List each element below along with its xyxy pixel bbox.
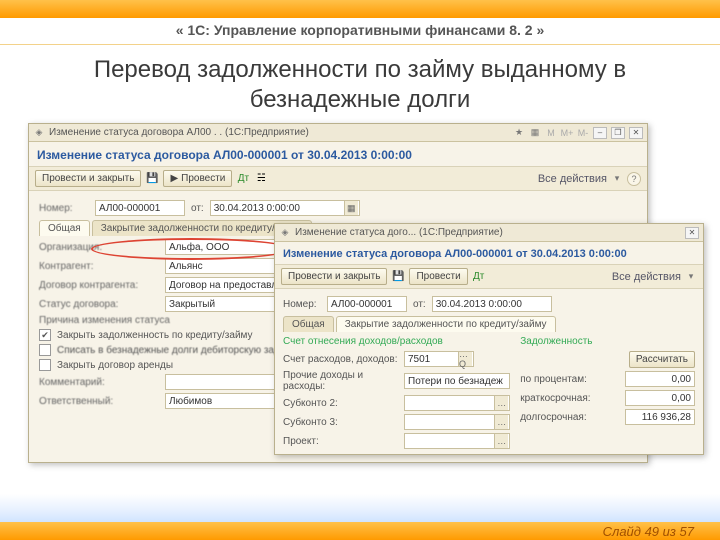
comment-label: Комментарий: (39, 377, 159, 388)
app-icon: ◈ (279, 227, 291, 239)
reason-label: Причина изменения статуса (39, 315, 170, 326)
sub2-field[interactable]: … (404, 395, 510, 411)
chk-writeoff[interactable] (39, 344, 51, 356)
responsible-label: Ответственный: (39, 396, 159, 407)
org-label: Организация: (39, 242, 159, 253)
slide-counter: Слайд 49 из 57 (603, 524, 694, 539)
m-icon[interactable]: M (545, 127, 557, 139)
window-secondary: ◈ Изменение статуса дого... (1С:Предприя… (274, 223, 704, 455)
acc-label: Счет расходов, доходов: (283, 354, 398, 365)
footer-bar: Слайд 49 из 57 (0, 522, 720, 540)
toolbar-secondary: Провести и закрыть 💾 Провести Дт Все дей… (275, 264, 703, 289)
number-field[interactable]: АЛ00-000001 (95, 200, 185, 216)
picker-icon[interactable]: …Q (458, 352, 472, 366)
status-label: Статус договора: (39, 299, 159, 310)
date-label: от: (191, 203, 204, 214)
r1-field[interactable]: 0,00 (625, 371, 695, 387)
minimize-button[interactable]: – (593, 127, 607, 139)
workspace: ◈ Изменение статуса договора АЛ00 . . (1… (28, 123, 692, 473)
titlebar-secondary: ◈ Изменение статуса дого... (1С:Предприя… (275, 224, 703, 242)
m-minus-icon[interactable]: M- (577, 127, 589, 139)
contract-label: Договор контрагента: (39, 280, 159, 291)
close-button[interactable]: ✕ (629, 127, 643, 139)
titlebar-text: Изменение статуса договора АЛ00 . . (1С:… (49, 127, 309, 138)
chk-close-lease[interactable] (39, 359, 51, 371)
tab-close-debt[interactable]: Закрытие задолженности по кредиту/займу (336, 316, 556, 332)
post-close-button[interactable]: Провести и закрыть (35, 170, 141, 187)
tab-general[interactable]: Общая (39, 220, 90, 236)
r3-field[interactable]: 116 936,28 (625, 409, 695, 425)
chk-close-lease-label: Закрыть договор аренды (57, 360, 173, 371)
right-col-head: Задолженность (520, 336, 695, 347)
number-field[interactable]: АЛ00-000001 (327, 296, 407, 312)
r2-field[interactable]: 0,00 (625, 390, 695, 406)
titlebar-text: Изменение статуса дого... (1С:Предприяти… (295, 227, 503, 238)
other-label: Прочие доходы и расходы: (283, 370, 398, 392)
picker-icon[interactable]: … (494, 415, 508, 429)
chevron-down-icon[interactable]: ▾ (685, 271, 697, 283)
recalc-button[interactable]: Рассчитать (629, 351, 695, 368)
doc-heading: Изменение статуса договора АЛ00-000001 о… (29, 142, 647, 166)
date-picker-icon[interactable]: ▦ (344, 201, 358, 215)
acc-field[interactable]: 7501…Q (404, 351, 474, 367)
top-orange-bar (0, 0, 720, 18)
save-icon[interactable]: 💾 (145, 172, 159, 186)
maximize-button[interactable]: ❐ (611, 127, 625, 139)
footer: Слайд 49 из 57 (0, 494, 720, 540)
tree-icon[interactable]: ☵ (254, 172, 268, 186)
r3-label: долгосрочная: (520, 412, 619, 423)
r2-label: краткосрочная: (520, 393, 619, 404)
chk-close-debt-label: Закрыть задолженность по кредиту/займу (57, 330, 253, 341)
help-icon[interactable]: ? (627, 172, 641, 186)
post-close-button[interactable]: Провести и закрыть (281, 268, 387, 285)
date-field[interactable]: 30.04.2013 0:00:00 (432, 296, 552, 312)
toolbar-main: Провести и закрыть 💾 ▶Провести Дт ☵ Все … (29, 166, 647, 191)
dt-icon[interactable]: Дт (236, 172, 250, 186)
product-header: « 1С: Управление корпоративными финансам… (0, 18, 720, 45)
sub2-label: Субконто 2: (283, 398, 398, 409)
date-label: от: (413, 299, 426, 310)
date-field[interactable]: 30.04.2013 0:00:00▦ (210, 200, 360, 216)
post-button[interactable]: ▶Провести (163, 170, 232, 187)
chk-close-debt[interactable]: ✔ (39, 329, 51, 341)
doc-heading: Изменение статуса договора АЛ00-000001 о… (275, 242, 703, 264)
fav-icon[interactable]: ★ (513, 127, 525, 139)
post-icon: ▶ (170, 173, 178, 184)
proj-field[interactable]: … (404, 433, 510, 449)
contr-label: Контрагент: (39, 261, 159, 272)
titlebar-main: ◈ Изменение статуса договора АЛ00 . . (1… (29, 124, 647, 142)
left-col-head: Счет отнесения доходов/расходов (283, 336, 510, 347)
all-actions-chevron-icon[interactable]: ▾ (611, 173, 623, 185)
footer-sky (0, 494, 720, 522)
save-icon[interactable]: 💾 (391, 270, 405, 284)
number-label: Номер: (39, 203, 89, 214)
picker-icon[interactable]: … (494, 396, 508, 410)
all-actions-link[interactable]: Все действия (612, 271, 681, 283)
number-label: Номер: (283, 299, 321, 310)
slide-title: Перевод задолженности по займу выданному… (0, 45, 720, 123)
tab-general[interactable]: Общая (283, 316, 334, 332)
proj-label: Проект: (283, 436, 398, 447)
dt-icon[interactable]: Дт (472, 270, 486, 284)
calc-icon[interactable]: ▦ (529, 127, 541, 139)
other-field[interactable]: Потери по безнадеж (404, 373, 510, 389)
sub3-field[interactable]: … (404, 414, 510, 430)
post-button[interactable]: Провести (409, 268, 467, 285)
sub3-label: Субконто 3: (283, 417, 398, 428)
picker-icon[interactable]: … (494, 434, 508, 448)
close-button[interactable]: ✕ (685, 227, 699, 239)
app-icon: ◈ (33, 127, 45, 139)
r1-label: по процентам: (520, 374, 619, 385)
all-actions-link[interactable]: Все действия (538, 173, 607, 185)
m-plus-icon[interactable]: M+ (561, 127, 573, 139)
